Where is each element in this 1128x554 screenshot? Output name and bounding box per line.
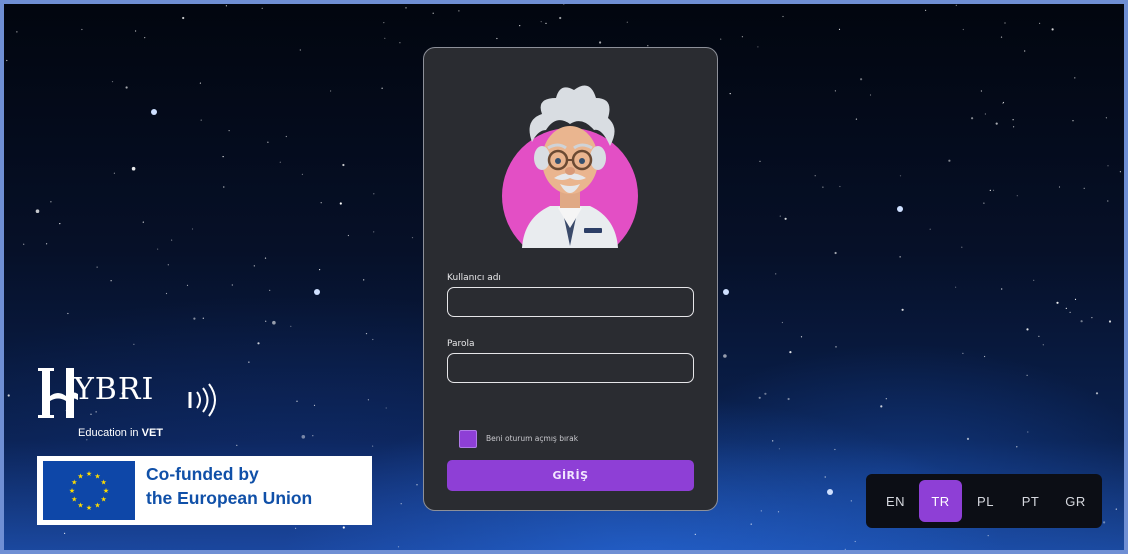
remember-me-label: Beni oturum açmış bırak [486, 434, 579, 443]
lang-button-en[interactable]: EN [874, 480, 917, 522]
language-switcher: EN TR PL PT GR [866, 474, 1102, 528]
sound-waves-icon [188, 383, 216, 417]
eu-flag-icon: ★ ★ ★ ★ ★ ★ ★ ★ ★ ★ ★ ★ [43, 461, 135, 520]
svg-text:★: ★ [103, 487, 109, 495]
svg-text:★: ★ [86, 504, 92, 512]
eu-line-2: the European Union [146, 488, 313, 508]
hybrid-logo: YBRI Education in VET [38, 364, 238, 444]
lang-button-pl[interactable]: PL [964, 480, 1007, 522]
book-icon [38, 368, 78, 418]
svg-text:★: ★ [77, 472, 83, 480]
password-label: Parola [447, 339, 475, 349]
logo-subtitle-bold: VET [141, 427, 164, 439]
svg-text:★: ★ [94, 502, 100, 510]
username-input[interactable] [447, 287, 694, 317]
username-label: Kullanıcı adı [447, 273, 501, 283]
lang-button-tr[interactable]: TR [919, 480, 962, 522]
svg-text:★: ★ [101, 479, 107, 487]
scientist-avatar [502, 85, 638, 248]
app-frame: Kullanıcı adı Parola Beni oturum açmış b… [4, 4, 1124, 550]
svg-text:★: ★ [69, 487, 75, 495]
logo-subtitle: Education in VET [78, 427, 163, 439]
login-button[interactable]: GİRİŞ [447, 460, 694, 491]
lang-button-pt[interactable]: PT [1009, 480, 1052, 522]
lang-button-gr[interactable]: GR [1054, 480, 1097, 522]
login-card: Kullanıcı adı Parola Beni oturum açmış b… [423, 47, 718, 511]
password-input[interactable] [447, 353, 694, 383]
remember-me-checkbox[interactable] [459, 430, 477, 448]
eu-cofunded-text: Co-funded by the European Union [146, 462, 312, 510]
eu-line-1: Co-funded by [146, 464, 259, 484]
eu-cofunded-banner: ★ ★ ★ ★ ★ ★ ★ ★ ★ ★ ★ ★ Co-funded by the European U… [37, 456, 372, 525]
svg-text:★: ★ [77, 502, 83, 510]
svg-text:★: ★ [86, 470, 92, 478]
logo-subtitle-prefix: Education in [78, 427, 142, 439]
svg-text:★: ★ [101, 496, 107, 504]
logo-wordmark: YBRI [74, 372, 155, 407]
svg-text:★: ★ [71, 496, 77, 504]
